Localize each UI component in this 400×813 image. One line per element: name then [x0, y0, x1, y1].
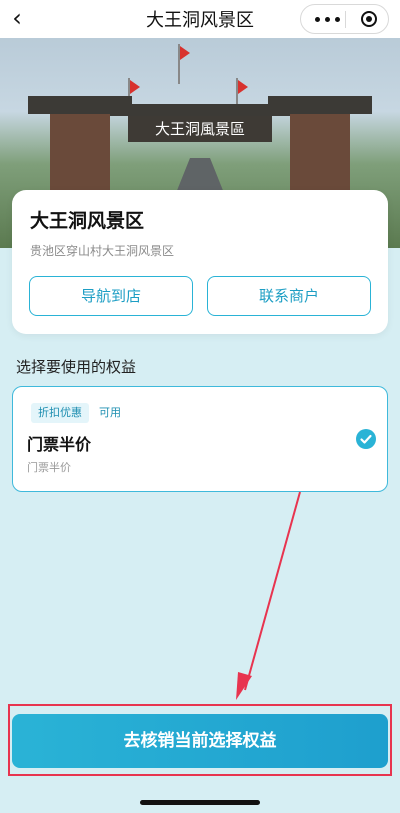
- benefit-tag: 折扣优惠: [31, 403, 89, 423]
- selected-check-icon[interactable]: [356, 429, 376, 449]
- capsule-divider: [345, 11, 346, 28]
- contact-merchant-button[interactable]: 联系商户: [207, 276, 371, 316]
- venue-address: 贵池区穿山村大王洞风景区: [30, 244, 175, 258]
- confirm-redeem-button[interactable]: 去核销当前选择权益: [12, 714, 388, 768]
- home-indicator: [140, 800, 260, 805]
- gate-sign: 大王洞風景區: [128, 116, 272, 142]
- benefit-status: 可用: [99, 406, 121, 419]
- mini-program-capsule: [300, 4, 389, 34]
- benefit-name: 门票半价: [27, 435, 92, 454]
- section-title: 选择要使用的权益: [16, 358, 137, 376]
- navigate-button[interactable]: 导航到店: [29, 276, 193, 316]
- top-nav-bar: ‹ 大王洞风景区: [0, 0, 400, 38]
- venue-name: 大王洞风景区: [30, 210, 145, 232]
- close-circle-icon[interactable]: [361, 11, 377, 27]
- venue-card: 大王洞风景区 贵池区穿山村大王洞风景区 导航到店 联系商户: [12, 190, 388, 334]
- benefit-description: 门票半价: [27, 461, 71, 474]
- benefit-option[interactable]: 折扣优惠 可用 门票半价 门票半价: [12, 386, 388, 492]
- more-dots-icon[interactable]: [311, 11, 345, 27]
